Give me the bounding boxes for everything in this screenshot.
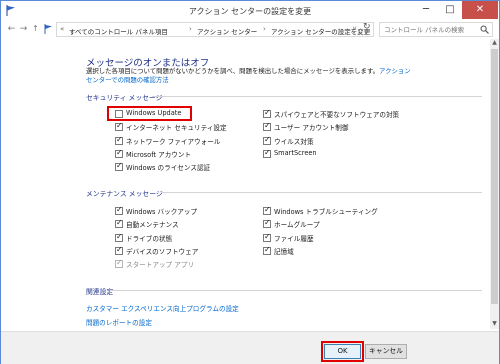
checkbox[interactable] <box>263 245 271 255</box>
checkbox[interactable] <box>263 135 271 145</box>
minimize-button[interactable]: ─ <box>415 1 437 19</box>
breadcrumb-all-control-panel-items[interactable]: すべてのコントロール パネル項目 <box>69 26 168 36</box>
triangle-down-icon[interactable]: ▼ <box>490 320 499 329</box>
security-heading: セキュリティ メッセージ <box>86 94 163 102</box>
checkbox[interactable] <box>263 218 271 228</box>
breadcrumb[interactable]: « すべてのコントロール パネル項目 › アクション センター › アクション … <box>56 22 374 37</box>
section-divider <box>152 96 482 97</box>
ceip-settings-link[interactable]: カスタマー エクスペリエンス向上プログラムの設定 <box>86 303 239 313</box>
checkbox[interactable] <box>115 148 123 158</box>
refresh-icon[interactable]: ↻ <box>363 22 371 32</box>
checkbox[interactable] <box>115 218 123 228</box>
description-text: 選択した各項目について問題がないかどうかを調べ、問題を検出した場合にメッセージを… <box>86 67 380 75</box>
checkbox[interactable] <box>263 148 271 158</box>
checkbox[interactable] <box>263 108 271 118</box>
address-bar: ← → ↑ « すべてのコントロール パネル項目 › アクション センター › … <box>1 21 499 39</box>
checkbox[interactable] <box>263 232 271 242</box>
checkbox[interactable] <box>115 232 123 242</box>
up-button[interactable]: ↑ <box>30 24 41 33</box>
forward-button[interactable]: → <box>18 24 29 34</box>
control-panel-flag-icon <box>44 24 53 34</box>
breadcrumb-separator[interactable]: › <box>263 25 266 33</box>
checkbox[interactable] <box>263 205 271 215</box>
section-divider <box>110 290 482 291</box>
search-input[interactable] <box>380 23 476 36</box>
highlight-box <box>321 341 364 362</box>
dialog-footer: OK キャンセル <box>1 331 499 364</box>
breadcrumb-action-center[interactable]: アクション センター <box>197 26 257 36</box>
cancel-button[interactable]: キャンセル <box>365 344 407 359</box>
page-description: 選択した各項目について問題がないかどうかを調べ、問題を検出した場合にメッセージを… <box>86 67 416 85</box>
back-button[interactable]: ← <box>6 24 17 34</box>
address-dropdown-icon[interactable]: v <box>353 25 357 32</box>
maintenance-heading: メンテナンス メッセージ <box>86 190 163 198</box>
breadcrumb-overflow[interactable]: « <box>60 25 64 33</box>
highlight-box <box>107 106 192 121</box>
window: アクション センターの設定を変更 ─ □ ✕ ← → ↑ « すべてのコントロー… <box>0 0 500 364</box>
checkbox[interactable] <box>115 135 123 145</box>
breadcrumb-separator[interactable]: › <box>189 25 192 33</box>
maximize-button[interactable]: □ <box>439 1 461 19</box>
checkbox[interactable] <box>115 205 123 215</box>
title-bar: アクション センターの設定を変更 ─ □ ✕ <box>1 1 499 21</box>
problem-report-settings-link[interactable]: 問題のレポートの設定 <box>86 317 152 327</box>
search-box[interactable] <box>379 22 493 37</box>
checkbox[interactable] <box>115 121 123 131</box>
content-area: メッセージのオンまたはオフ 選択した各項目について問題がないかどうかを調べ、問題… <box>2 39 489 329</box>
checkbox[interactable] <box>115 161 123 171</box>
close-button[interactable]: ✕ <box>462 1 498 19</box>
checkbox[interactable] <box>115 245 123 255</box>
search-icon[interactable] <box>480 25 489 34</box>
checkbox <box>115 258 123 268</box>
section-divider <box>162 192 482 193</box>
scrollbar[interactable]: ▲ ▼ <box>490 39 499 329</box>
triangle-up-icon[interactable]: ▲ <box>490 39 499 48</box>
related-settings-heading: 関連設定 <box>86 288 114 296</box>
checkbox[interactable] <box>263 121 271 131</box>
scrollbar-thumb[interactable] <box>491 49 498 304</box>
